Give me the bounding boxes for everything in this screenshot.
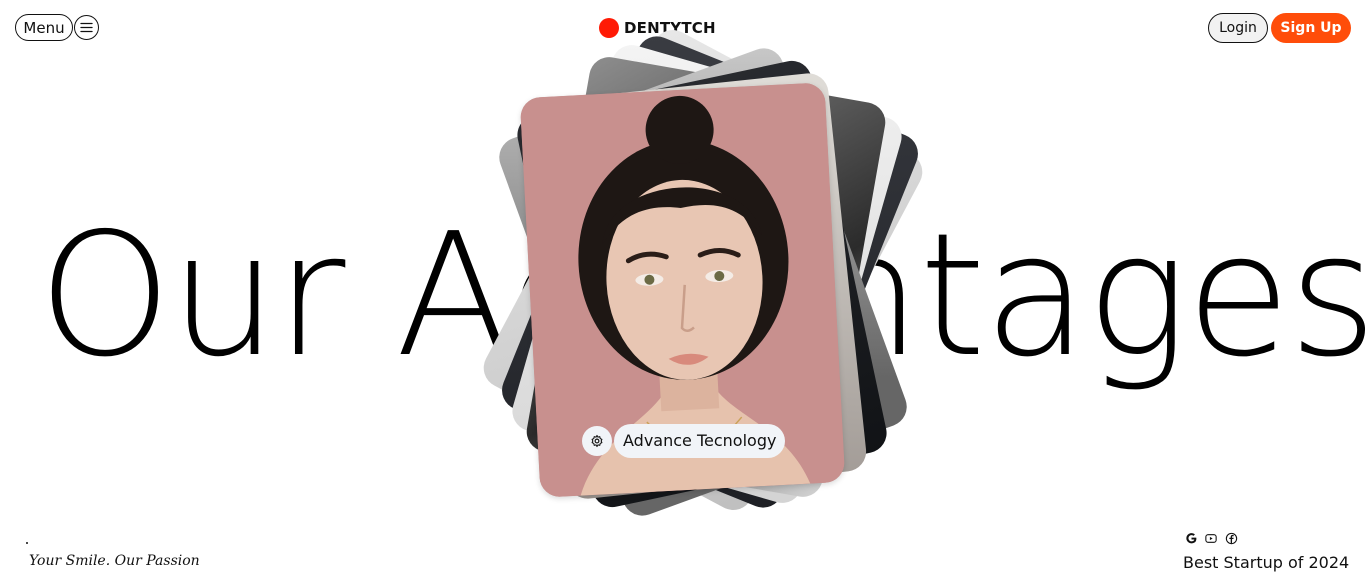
decorative-dot bbox=[26, 542, 28, 544]
brand-dot-icon bbox=[599, 18, 619, 38]
menu-button-label: Menu bbox=[23, 19, 65, 37]
landing-page: Menu DENTYTCH Login Sign Up Our Advantag… bbox=[0, 0, 1365, 588]
award-text: Best Startup of 2024 bbox=[1183, 553, 1350, 572]
card-tag[interactable]: Advance Tecnology bbox=[582, 424, 786, 458]
card-tag-label: Advance Tecnology bbox=[614, 424, 786, 458]
signup-button-label: Sign Up bbox=[1280, 20, 1342, 36]
youtube-icon[interactable] bbox=[1204, 531, 1218, 545]
gear-icon bbox=[582, 426, 612, 456]
google-icon[interactable] bbox=[1184, 531, 1198, 545]
menu-toggle-button[interactable] bbox=[74, 15, 99, 40]
hamburger-icon bbox=[80, 22, 93, 33]
facebook-icon[interactable] bbox=[1224, 531, 1238, 545]
social-links bbox=[1184, 531, 1238, 545]
login-button-label: Login bbox=[1219, 20, 1257, 36]
login-button[interactable]: Login bbox=[1208, 13, 1268, 43]
menu-button[interactable]: Menu bbox=[15, 14, 73, 41]
signup-button[interactable]: Sign Up bbox=[1271, 13, 1351, 43]
tagline: Your Smile. Our Passion bbox=[29, 553, 200, 569]
